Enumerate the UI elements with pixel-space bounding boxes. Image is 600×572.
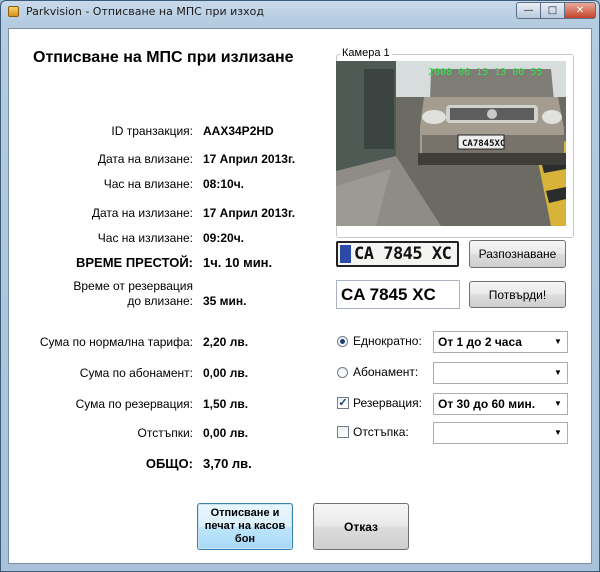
title-bar[interactable]: Parkvision - Отписване на МПС при изход …	[1, 1, 599, 23]
exit-date-label: Дата на излизане:	[91, 206, 193, 220]
entry-time-value: 08:10ч.	[203, 177, 244, 191]
total-value: 3,70 лв.	[203, 456, 252, 471]
entry-date-value: 17 Април 2013г.	[203, 152, 296, 166]
app-icon	[8, 6, 19, 17]
confirm-button[interactable]: Потвърди!	[469, 281, 566, 308]
reservation-time-label-line1: Време от резервация	[73, 279, 193, 293]
camera-timestamp: 2008 06 15 13 00 55	[428, 67, 542, 78]
window-title: Parkvision - Отписване на МПС при изход	[26, 5, 264, 18]
reservation-amount-value: 1,50 лв.	[203, 397, 249, 411]
reservation-checkbox[interactable]: ✓	[337, 397, 349, 409]
chevron-down-icon: ▼	[554, 428, 562, 437]
plate-number-field[interactable]: CA 7845 XC	[336, 280, 460, 309]
exit-date-value: 17 Април 2013г.	[203, 206, 296, 220]
eu-flag-icon	[340, 245, 351, 263]
discount-checkbox[interactable]	[337, 426, 349, 438]
one-time-label[interactable]: Еднократно:	[353, 334, 422, 348]
discount-amount-label: Отстъпки:	[137, 426, 193, 440]
entry-time-label: Час на влизане:	[103, 177, 193, 191]
reservation-label[interactable]: Резервация:	[353, 396, 422, 410]
subscription-radio[interactable]	[337, 367, 348, 378]
discount-amount-value: 0,00 лв.	[203, 426, 249, 440]
subscription-select[interactable]: ▼	[433, 362, 568, 384]
checkout-print-receipt-button[interactable]: Отписване и печат на касов бон	[197, 503, 293, 550]
exit-time-label: Час на излизане:	[97, 231, 193, 245]
transaction-id-value: AAX34P2HD	[203, 124, 274, 138]
camera-car-plate-text: CA7845XC	[462, 139, 505, 149]
subscription-amount-label: Сума по абонамент:	[79, 366, 193, 380]
camera-image: CA7845XC 2008 06 15 13 00 55	[336, 61, 566, 226]
parking-duration-value: 1ч. 10 мин.	[203, 255, 273, 270]
chevron-down-icon: ▼	[554, 368, 562, 377]
recognize-button[interactable]: Разпознаване	[469, 240, 566, 268]
reservation-time-label-line2: до влизане:	[127, 294, 193, 308]
discount-label[interactable]: Отстъпка:	[353, 425, 409, 439]
maximize-button[interactable]: □	[540, 2, 565, 19]
minimize-button[interactable]: —	[516, 2, 541, 19]
cancel-button[interactable]: Отказ	[313, 503, 409, 550]
normal-tariff-label: Сума по нормална тарифа:	[39, 335, 193, 349]
transaction-id-label: ID транзакция:	[111, 124, 193, 138]
exit-time-value: 09:20ч.	[203, 231, 244, 245]
total-label: ОБЩО:	[145, 456, 193, 471]
camera-label: Камера 1	[340, 47, 392, 59]
recognized-plate-image: CA 7845 XC	[336, 241, 459, 267]
one-time-select[interactable]: От 1 до 2 часа ▼	[433, 331, 568, 353]
reservation-select[interactable]: От 30 до 60 мин. ▼	[433, 393, 568, 415]
discount-select[interactable]: ▼	[433, 422, 568, 444]
one-time-radio[interactable]	[337, 336, 348, 347]
subscription-label[interactable]: Абонамент:	[353, 365, 418, 379]
one-time-select-value: От 1 до 2 часа	[438, 335, 522, 349]
chevron-down-icon: ▼	[554, 399, 562, 408]
reservation-select-value: От 30 до 60 мин.	[438, 397, 536, 411]
normal-tariff-value: 2,20 лв.	[203, 335, 249, 349]
reservation-time-value: 35 мин.	[203, 294, 247, 308]
form-client-area: Отписване на МПС при излизане ID транзак…	[8, 28, 592, 564]
recognized-plate-image-text: CA 7845 XC	[354, 244, 452, 264]
camera-view: CA7845XC 2008 06 15 13 00 55	[336, 61, 566, 226]
app-window: Parkvision - Отписване на МПС при изход …	[0, 0, 600, 572]
page-title: Отписване на МПС при излизане	[33, 49, 294, 66]
chevron-down-icon: ▼	[554, 337, 562, 346]
reservation-amount-label: Сума по резервация:	[75, 397, 193, 411]
parking-duration-label: ВРЕМЕ ПРЕСТОЙ:	[76, 255, 193, 270]
subscription-amount-value: 0,00 лв.	[203, 366, 249, 380]
entry-date-label: Дата на влизане:	[97, 152, 193, 166]
close-button[interactable]: ✕	[564, 2, 596, 19]
